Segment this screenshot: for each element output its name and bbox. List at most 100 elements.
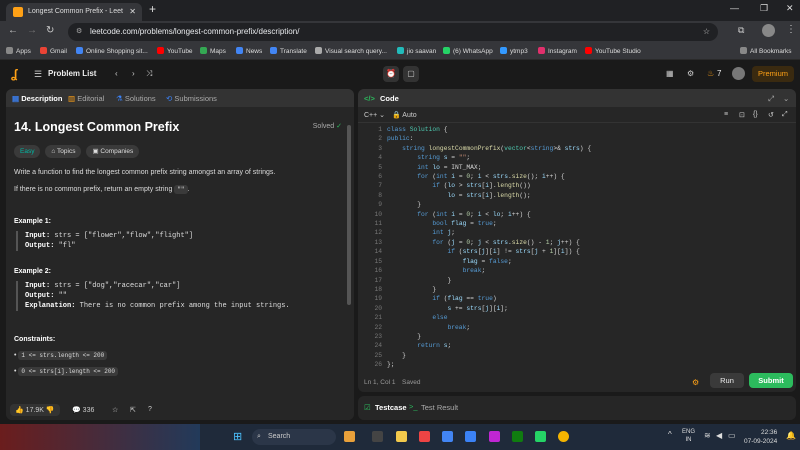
share-icon[interactable]: ⇱ bbox=[130, 406, 136, 414]
line-number: 15 bbox=[374, 257, 382, 265]
clock[interactable]: 22:36 07-09-2024 bbox=[744, 428, 777, 446]
battery-icon[interactable]: ▭ bbox=[728, 431, 736, 440]
comment-icon: 💬 bbox=[72, 407, 81, 414]
bookmark-star-icon[interactable]: ☆ bbox=[703, 23, 710, 41]
code-text[interactable]: class Solution { public: string longestC… bbox=[387, 125, 591, 370]
tab-title: Longest Common Prefix - Leet bbox=[28, 8, 123, 15]
problem-list-link[interactable]: Problem List bbox=[48, 69, 96, 78]
timer-icon[interactable]: ⏰ bbox=[383, 66, 399, 82]
whatsapp-icon[interactable] bbox=[535, 431, 546, 442]
fullscreen-icon[interactable]: ⤢ bbox=[782, 111, 788, 119]
layout-icon[interactable]: ▦ bbox=[666, 69, 674, 78]
prev-problem-icon[interactable]: ‹ bbox=[115, 69, 118, 78]
check-icon: ✓ bbox=[336, 123, 342, 130]
new-tab-icon[interactable]: + bbox=[149, 2, 156, 16]
taskbar-app-icon[interactable] bbox=[489, 431, 500, 442]
taskbar-search[interactable]: ⌕ Search bbox=[252, 429, 336, 445]
tab-editorial[interactable]: ▥ Editorial bbox=[68, 94, 104, 103]
description-scrollbar[interactable] bbox=[347, 125, 351, 305]
tag-icon: ⌂ bbox=[51, 147, 56, 155]
bookmark-item[interactable]: Instagram bbox=[538, 47, 577, 55]
taskbar-app-icon[interactable] bbox=[344, 431, 355, 442]
line-number: 16 bbox=[374, 267, 382, 275]
settings-icon[interactable]: ⚙ bbox=[687, 69, 694, 78]
notification-icon[interactable]: 🔔 bbox=[786, 431, 796, 440]
user-avatar[interactable] bbox=[732, 67, 745, 80]
premium-button[interactable]: Premium bbox=[752, 66, 794, 82]
bookmark-icon[interactable]: ⊡ bbox=[739, 111, 745, 119]
debug-icon[interactable]: ⚙ bbox=[692, 378, 699, 387]
bookmark-item[interactable]: jio saavan bbox=[397, 47, 436, 55]
taskbar-app-icon[interactable] bbox=[372, 431, 383, 442]
submit-button[interactable]: Submit bbox=[749, 373, 793, 388]
constraints-title: Constraints: bbox=[14, 336, 56, 344]
profile-avatar[interactable] bbox=[762, 24, 775, 37]
topics-chip[interactable]: ⌂ Topics bbox=[45, 144, 82, 158]
line-number: 2 bbox=[378, 135, 382, 143]
line-number: 14 bbox=[374, 248, 382, 256]
help-icon[interactable]: ? bbox=[148, 406, 152, 413]
auto-mode[interactable]: 🔒 Auto bbox=[392, 111, 417, 119]
favorite-star-icon[interactable]: ☆ bbox=[112, 406, 118, 414]
collapse-icon[interactable]: ⌄ bbox=[783, 94, 789, 103]
windows-start-icon[interactable]: ⊞ bbox=[233, 430, 242, 443]
code-editor[interactable]: 1 2 3 4 5 6 7 8 9 10 11 12 13 14 15 16 17 18 19 20 21 22 23 24 2… bbox=[358, 125, 796, 371]
bookmark-item[interactable]: Visual search query... bbox=[315, 47, 387, 55]
braces-icon[interactable]: {} bbox=[753, 111, 758, 118]
menu-icon[interactable]: ⋮ bbox=[786, 24, 796, 35]
volume-icon[interactable]: ◀ bbox=[716, 431, 722, 440]
bookmark-item[interactable]: Maps bbox=[200, 47, 226, 55]
taskbar-app-icon[interactable] bbox=[442, 431, 453, 442]
chrome-icon[interactable] bbox=[558, 431, 569, 442]
format-icon[interactable]: ≡ bbox=[724, 111, 728, 118]
leetcode-logo-icon[interactable]: ʆ bbox=[11, 67, 17, 81]
bookmark-item[interactable]: (6) WhatsApp bbox=[443, 47, 493, 55]
tray-chevron-icon[interactable]: ^ bbox=[668, 430, 672, 439]
language-select[interactable]: C++ ⌄ bbox=[364, 111, 385, 119]
next-problem-icon[interactable]: › bbox=[132, 69, 135, 78]
example-1-title: Example 1: bbox=[14, 218, 51, 226]
tab-test-result[interactable]: Test Result bbox=[421, 403, 458, 412]
tab-submissions[interactable]: ⟲ Submissions bbox=[166, 94, 217, 103]
file-explorer-icon[interactable] bbox=[396, 431, 407, 442]
bookmark-item[interactable]: Apps bbox=[6, 47, 31, 55]
extensions-icon[interactable]: ⧉ bbox=[738, 25, 744, 36]
close-tab-icon[interactable]: ✕ bbox=[129, 3, 136, 21]
url-text: leetcode.com/problems/longest-common-pre… bbox=[90, 27, 300, 36]
language-indicator[interactable]: ENG IN bbox=[682, 428, 695, 444]
tab-description[interactable]: ▤ Description bbox=[12, 94, 62, 103]
close-window-icon[interactable]: ✕ bbox=[786, 3, 794, 14]
notes-icon[interactable]: ▢ bbox=[403, 66, 419, 82]
reload-icon[interactable]: ↻ bbox=[46, 25, 54, 36]
bookmark-item[interactable]: Translate bbox=[270, 47, 307, 55]
xbox-icon[interactable] bbox=[512, 431, 523, 442]
bookmark-item[interactable]: YouTube bbox=[157, 47, 193, 55]
site-info-icon[interactable]: ⚙ bbox=[76, 23, 82, 41]
bookmark-item[interactable]: ytmp3 bbox=[500, 47, 528, 55]
comments-button[interactable]: 💬 336 bbox=[72, 406, 94, 414]
tab-solutions[interactable]: ⚗ Solutions bbox=[116, 94, 156, 103]
bookmark-item[interactable]: Online Shopping sit... bbox=[76, 47, 148, 55]
taskbar-app-icon[interactable] bbox=[465, 431, 476, 442]
all-bookmarks[interactable]: All Bookmarks bbox=[740, 47, 792, 55]
back-icon[interactable]: ← bbox=[8, 25, 18, 36]
bookmark-item[interactable]: YouTube Studio bbox=[585, 47, 641, 55]
run-button[interactable]: Run bbox=[710, 373, 744, 388]
like-button[interactable]: 👍 17.9K 👎 bbox=[10, 404, 60, 416]
line-number: 13 bbox=[374, 238, 382, 246]
tab-testcase[interactable]: Testcase bbox=[375, 403, 407, 412]
forward-icon[interactable]: → bbox=[27, 25, 37, 36]
browser-tab[interactable]: Longest Common Prefix - Leet ✕ bbox=[6, 3, 142, 21]
line-number: 3 bbox=[378, 144, 382, 152]
url-field[interactable]: ⚙ leetcode.com/problems/longest-common-p… bbox=[68, 23, 718, 41]
companies-chip[interactable]: ▣ Companies bbox=[86, 144, 140, 158]
reset-icon[interactable]: ↺ bbox=[768, 111, 774, 119]
expand-icon[interactable]: ⤢ bbox=[768, 94, 774, 104]
bookmark-item[interactable]: Gmail bbox=[40, 47, 67, 55]
taskbar-app-icon[interactable] bbox=[419, 431, 430, 442]
wifi-icon[interactable]: ≋ bbox=[704, 431, 711, 440]
bookmark-item[interactable]: News bbox=[236, 47, 262, 55]
shuffle-icon[interactable]: ⤨ bbox=[146, 69, 152, 79]
minimize-icon[interactable]: — bbox=[730, 3, 739, 13]
maximize-icon[interactable]: ❐ bbox=[760, 3, 768, 14]
